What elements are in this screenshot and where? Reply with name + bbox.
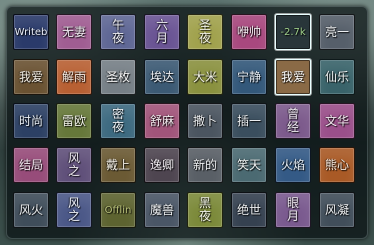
raid-member-14[interactable]: 宁静 <box>231 59 267 95</box>
raid-member-22[interactable]: 插一 <box>231 103 267 139</box>
raid-member-21[interactable]: 撒卜 <box>187 103 223 139</box>
raid-member-40[interactable]: 风凝 <box>319 192 355 228</box>
raid-member-6[interactable]: 咿帅 <box>231 14 267 50</box>
raid-member-35[interactable]: Offlin <box>100 192 136 228</box>
raid-member-27[interactable]: 戴上 <box>100 147 136 183</box>
raid-member-19[interactable]: 密夜 <box>100 103 136 139</box>
raid-frame-panel: Writeb 无妻 午夜 六月 圣夜 咿帅 -2.7k 亮一 我爱 解雨 圣枚 埃达 大米 宁静 我爱 仙乐时… <box>6 6 368 239</box>
raid-member-17[interactable]: 时尚 <box>13 103 49 139</box>
raid-member-9[interactable]: 我爱 <box>13 59 49 95</box>
raid-member-11[interactable]: 圣枚 <box>100 59 136 95</box>
raid-member-38[interactable]: 绝世 <box>231 192 267 228</box>
raid-member-20[interactable]: 舒麻 <box>144 103 180 139</box>
raid-member-25[interactable]: 结局 <box>13 147 49 183</box>
raid-member-4[interactable]: 六月 <box>144 14 180 50</box>
raid-member-24[interactable]: 文华 <box>319 103 355 139</box>
raid-member-36[interactable]: 魔兽 <box>144 192 180 228</box>
raid-member-3[interactable]: 午夜 <box>100 14 136 50</box>
raid-member-31[interactable]: 火焰 <box>275 147 311 183</box>
raid-member-12[interactable]: 埃达 <box>144 59 180 95</box>
raid-member-16[interactable]: 仙乐 <box>319 59 355 95</box>
raid-member-8[interactable]: 亮一 <box>319 14 355 50</box>
raid-member-39[interactable]: 眼月 <box>275 192 311 228</box>
raid-member-28[interactable]: 逸卿 <box>144 147 180 183</box>
raid-member-18[interactable]: 雷欧 <box>56 103 92 139</box>
raid-member-7[interactable]: -2.7k <box>275 14 311 50</box>
raid-member-33[interactable]: 风火 <box>13 192 49 228</box>
raid-member-2[interactable]: 无妻 <box>56 14 92 50</box>
raid-member-37[interactable]: 黑夜 <box>187 192 223 228</box>
raid-member-29[interactable]: 新的 <box>187 147 223 183</box>
raid-member-5[interactable]: 圣夜 <box>187 14 223 50</box>
raid-member-32[interactable]: 熊心 <box>319 147 355 183</box>
raid-member-1[interactable]: Writeb <box>13 14 49 50</box>
raid-member-23[interactable]: 曾经 <box>275 103 311 139</box>
raid-member-10[interactable]: 解雨 <box>56 59 92 95</box>
raid-member-26[interactable]: 风之 <box>56 147 92 183</box>
raid-member-15[interactable]: 我爱 <box>275 59 311 95</box>
raid-member-34[interactable]: 风之 <box>56 192 92 228</box>
raid-member-30[interactable]: 笑天 <box>231 147 267 183</box>
raid-member-13[interactable]: 大米 <box>187 59 223 95</box>
